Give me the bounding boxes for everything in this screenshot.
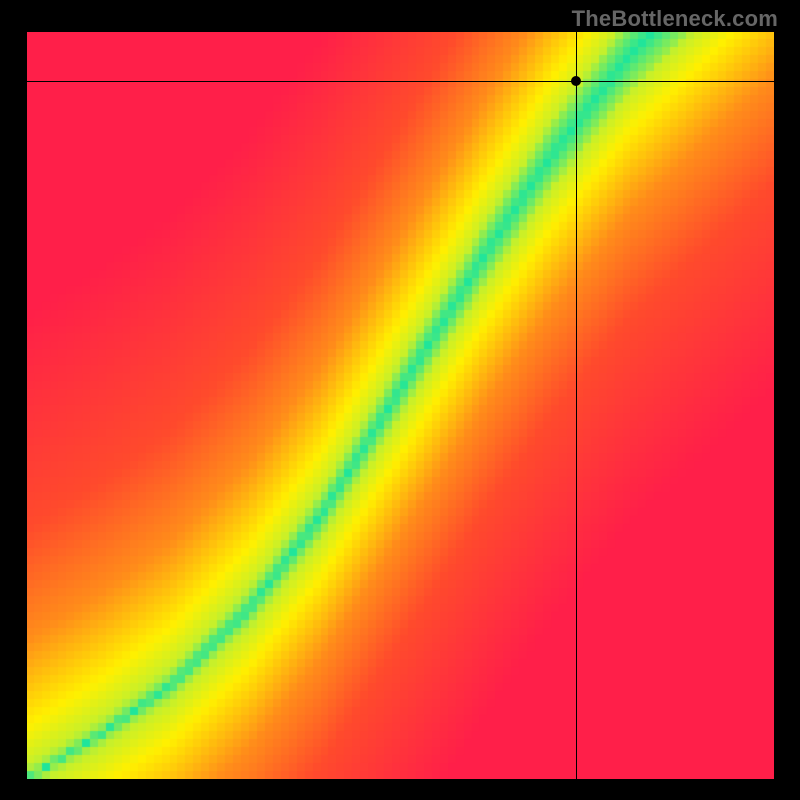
attribution-watermark: TheBottleneck.com bbox=[572, 6, 778, 32]
heatmap-plot-frame bbox=[27, 32, 774, 779]
chart-container: TheBottleneck.com bbox=[0, 0, 800, 800]
bottleneck-heatmap-canvas bbox=[27, 32, 774, 779]
